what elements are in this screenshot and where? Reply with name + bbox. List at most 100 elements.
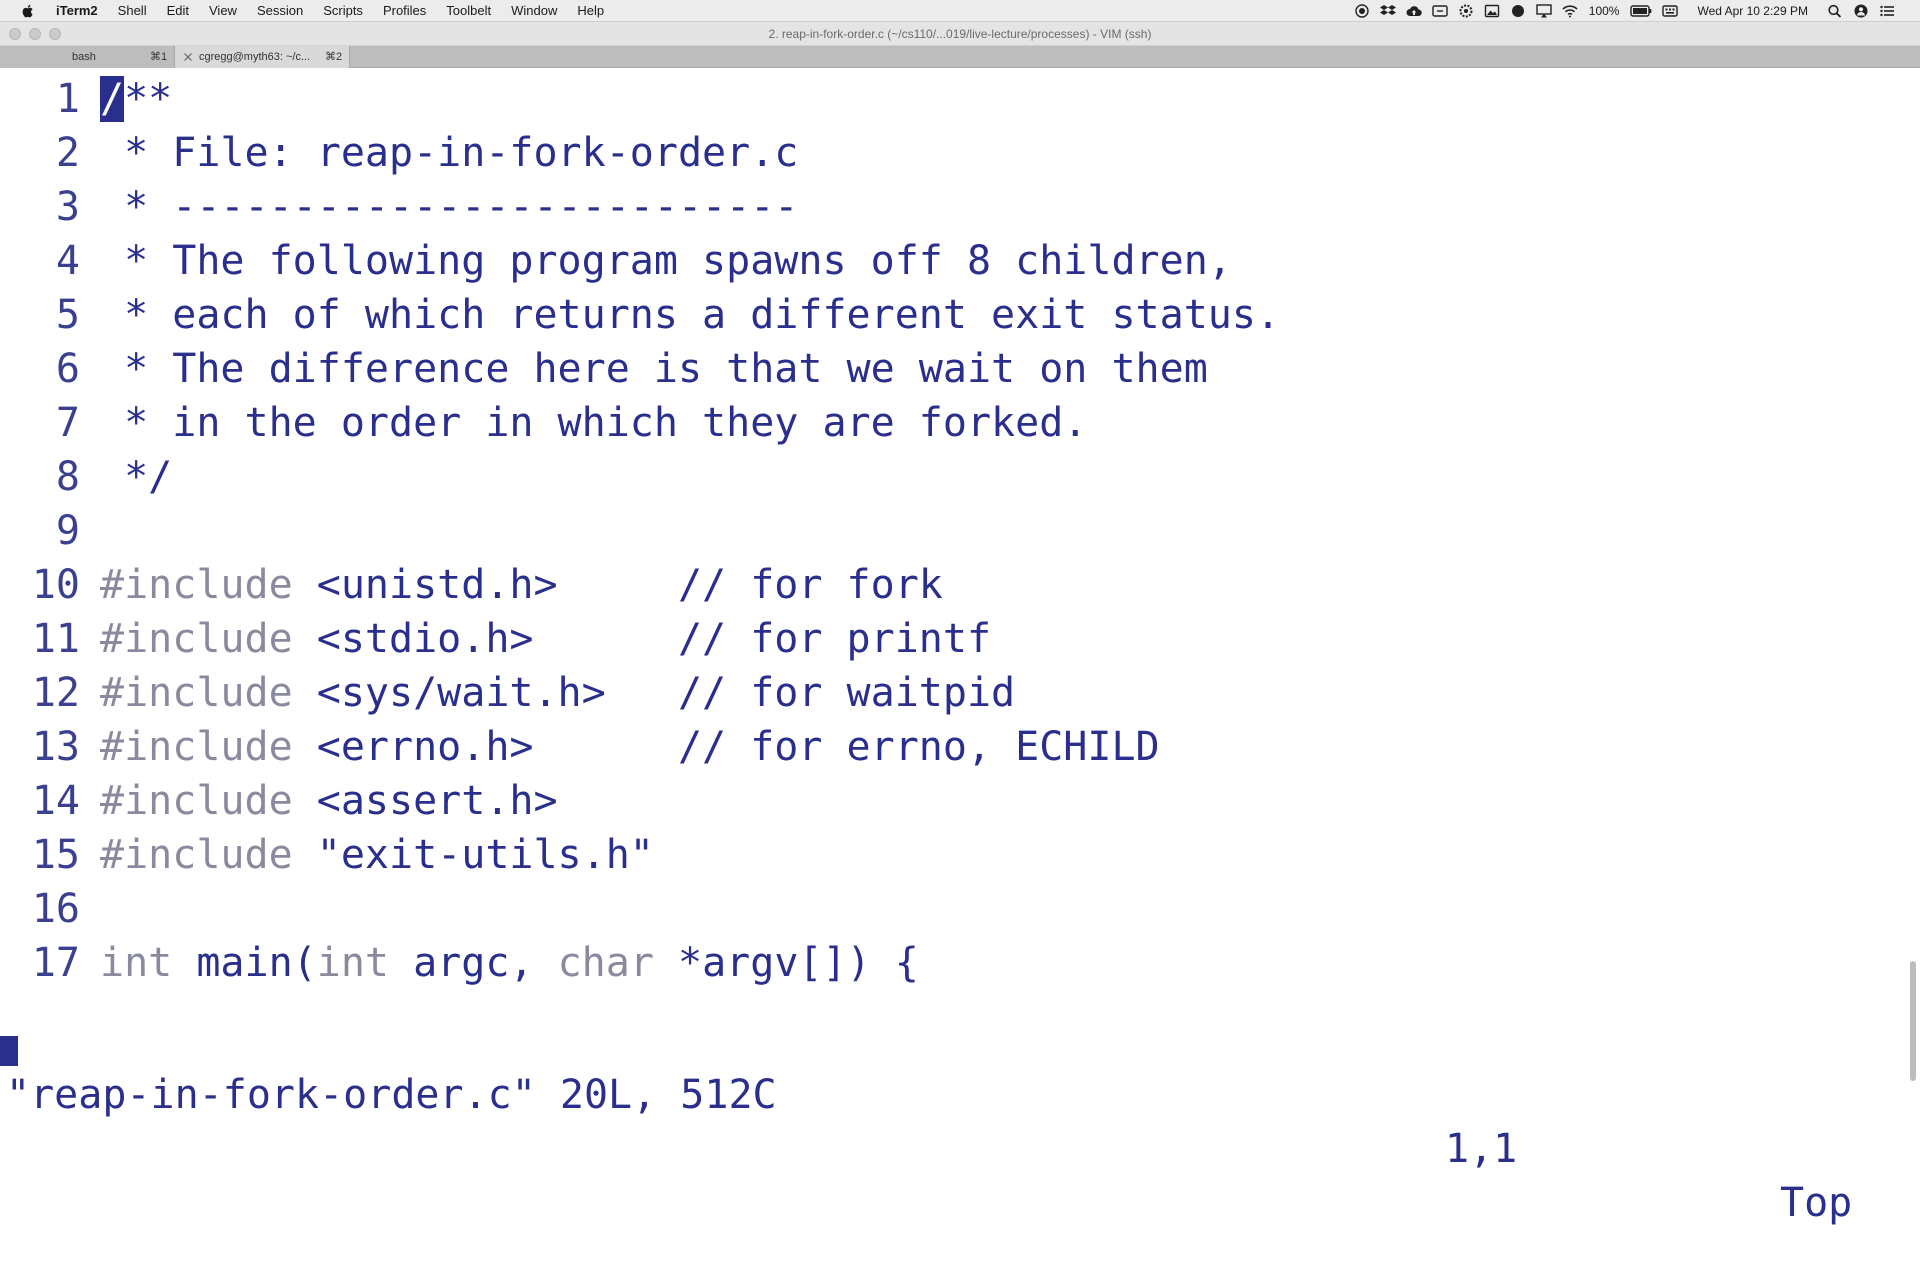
line-number: 2	[55, 130, 80, 176]
code-token: <stdio.h> // for printf	[292, 616, 992, 662]
wifi-icon[interactable]	[1562, 4, 1578, 18]
keyword-token: int	[316, 940, 389, 986]
line-text: * --------------------------	[100, 180, 798, 234]
menu-shell[interactable]: Shell	[108, 0, 157, 22]
keyword-token: #include	[100, 778, 293, 824]
file-info-message: "reap-in-fork-order.c" 20L, 512C	[6, 1072, 777, 1118]
dropbox-icon[interactable]	[1379, 4, 1396, 18]
search-icon[interactable]	[1827, 4, 1843, 18]
code-token: */	[100, 454, 173, 500]
circle-status-icon[interactable]	[1510, 4, 1526, 18]
code-token: **	[124, 76, 173, 122]
line-text: */	[100, 450, 172, 504]
keyword-token: int	[100, 940, 173, 986]
line-text: #include <unistd.h> // for fork	[100, 558, 943, 612]
line-text: /**	[100, 72, 172, 126]
line-number: 12	[31, 670, 80, 716]
menu-view[interactable]: View	[199, 0, 247, 22]
line-number: 7	[55, 400, 80, 446]
keyword-token: #include	[100, 832, 293, 878]
menu-toolbelt[interactable]: Toolbelt	[436, 0, 501, 22]
keyword-token: #include	[100, 562, 293, 608]
menu-bar: iTerm2 Shell Edit View Session Scripts P…	[0, 0, 1920, 22]
menu-edit[interactable]: Edit	[157, 0, 199, 22]
menu-app-name[interactable]: iTerm2	[46, 0, 108, 22]
line-text: * File: reap-in-fork-order.c	[100, 126, 798, 180]
line-text: * The following program spawns off 8 chi…	[100, 234, 1232, 288]
menu-scripts[interactable]: Scripts	[313, 0, 373, 22]
cursor-position: 1,1	[1445, 1126, 1518, 1172]
scrollbar-thumb[interactable]	[1910, 961, 1916, 1081]
keyword-token: #include	[100, 616, 293, 662]
airplay-icon[interactable]	[1536, 3, 1552, 18]
status-area: 100% Wed Apr 10 2:29 PM	[1349, 0, 1920, 22]
menu-help[interactable]: Help	[567, 0, 614, 22]
command-line-cursor	[0, 1036, 18, 1066]
line-number: 14	[31, 778, 80, 824]
apple-icon[interactable]	[20, 3, 36, 19]
text-cursor: /	[100, 76, 125, 122]
line-number: 11	[31, 616, 80, 662]
window-icon[interactable]	[1432, 4, 1448, 18]
code-token: main(	[172, 940, 317, 986]
line-text: * The difference here is that we wait on…	[100, 342, 1208, 396]
code-token: "exit-utils.h"	[292, 832, 654, 878]
battery-percent: 100%	[1588, 3, 1620, 18]
code-token: <unistd.h> // for fork	[292, 562, 943, 608]
gear-icon[interactable]	[1458, 4, 1474, 18]
code-token: argc,	[389, 940, 558, 986]
line-text: int main(int argc, char *argv[]) {	[100, 936, 919, 990]
vim-status-line: "reap-in-fork-order.c" 20L, 512C 1,1 Top	[0, 1014, 1900, 1226]
line-number: 17	[31, 940, 80, 986]
tab-ssh-session[interactable]: cgregg@myth63: ~/c... ⌘2	[175, 46, 350, 68]
keyword-token: char	[557, 940, 654, 986]
code-token: * The following program spawns off 8 chi…	[100, 238, 1232, 284]
menu-window[interactable]: Window	[501, 0, 567, 22]
code-token: * The difference here is that we wait on…	[100, 346, 1208, 392]
menu-session[interactable]: Session	[247, 0, 313, 22]
code-token: * File: reap-in-fork-order.c	[100, 130, 799, 176]
code-token: * --------------------------	[100, 184, 799, 230]
line-text: #include "exit-utils.h"	[100, 828, 654, 882]
cloud-upload-icon[interactable]	[1406, 4, 1422, 18]
tab-bar: bash ⌘1 cgregg@myth63: ~/c... ⌘2	[0, 46, 1920, 68]
scroll-position: Top	[1780, 1180, 1853, 1226]
line-number: 3	[55, 184, 80, 230]
tab-bash[interactable]: bash ⌘1	[0, 46, 175, 68]
line-number: 16	[31, 886, 80, 932]
line-text: * in the order in which they are forked.	[100, 396, 1087, 450]
photo-icon[interactable]	[1484, 4, 1500, 18]
line-number: 9	[55, 508, 80, 554]
code-token: <errno.h> // for errno, ECHILD	[292, 724, 1160, 770]
line-number: 8	[55, 454, 80, 500]
line-number: 10	[31, 562, 80, 608]
window-title: 2. reap-in-fork-order.c (~/cs110/...019/…	[768, 27, 1152, 41]
user-icon[interactable]	[1853, 4, 1869, 18]
line-text: * each of which returns a different exit…	[100, 288, 1280, 342]
battery-icon[interactable]	[1630, 4, 1652, 18]
line-text: #include <stdio.h> // for printf	[100, 612, 991, 666]
tab-title: cgregg@myth63: ~/c...	[199, 51, 311, 63]
code-token: * in the order in which they are forked.	[100, 400, 1088, 446]
window-titlebar: 2. reap-in-fork-order.c (~/cs110/...019/…	[0, 22, 1920, 46]
keyboard-icon[interactable]	[1662, 4, 1679, 18]
line-number: 5	[55, 292, 80, 338]
keyword-token: #include	[100, 670, 293, 716]
record-icon[interactable]	[1354, 3, 1370, 18]
notification-center-icon[interactable]	[1879, 4, 1895, 18]
code-token: <assert.h>	[292, 778, 558, 824]
code-token: <sys/wait.h> // for waitpid	[292, 670, 1016, 716]
line-number: 1	[55, 76, 80, 122]
line-text: #include <assert.h>	[100, 774, 558, 828]
line-number: 4	[55, 238, 80, 284]
code-token: *argv[]) {	[653, 940, 919, 986]
menu-profiles[interactable]: Profiles	[373, 0, 436, 22]
tab-title: bash	[72, 51, 96, 63]
tab-shortcut: ⌘2	[325, 51, 343, 63]
code-token: * each of which returns a different exit…	[100, 292, 1281, 338]
line-number: 13	[31, 724, 80, 770]
tab-close-icon[interactable]	[183, 52, 193, 62]
menu-clock[interactable]: Wed Apr 10 2:29 PM	[1697, 4, 1808, 18]
terminal-pane[interactable]: 1 /** 2 * File: reap-in-fork-order.c 3 * --…	[0, 68, 1920, 1226]
line-number: 6	[55, 346, 80, 392]
